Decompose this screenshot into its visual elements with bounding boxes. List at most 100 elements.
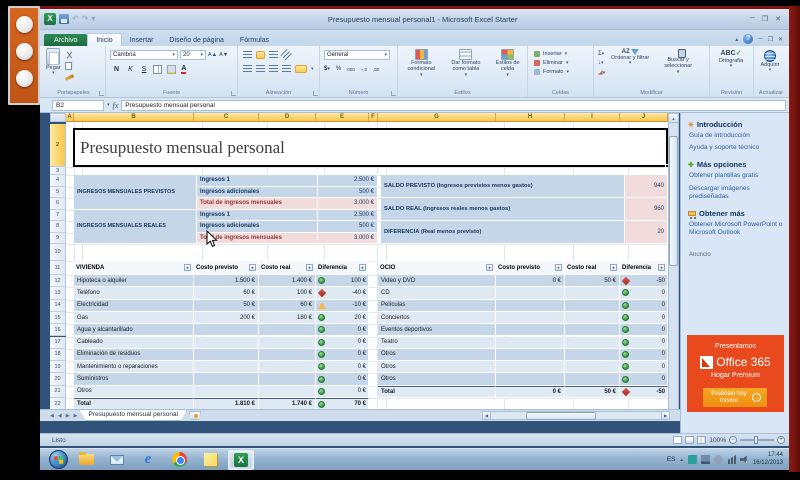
table-row-label[interactable]: Teatro [378,337,496,349]
formula-input[interactable]: Presupuesto mensual personal [121,100,786,111]
workbook-restore-button[interactable]: ❐ [768,36,773,43]
row-header-20[interactable]: 20 [50,373,66,385]
summary-value[interactable]: 940 [625,175,668,198]
table-cell-prev[interactable] [194,373,259,385]
row-header-17[interactable]: 17 [50,337,66,349]
format-as-table-button[interactable]: Dar formato como tabla▾ [445,49,488,86]
vertical-scrollbar[interactable]: ▲ ▼ [668,113,679,421]
filter-dropdown-icon[interactable]: ▾ [249,264,256,271]
next-sheet-icon[interactable]: ▶ [66,413,70,419]
percent-format-icon[interactable]: % [336,66,341,72]
table-cell-diff[interactable]: 0 [620,361,668,373]
find-select-button[interactable]: Buscar y seleccionar▾ [655,49,701,86]
table-row-label[interactable]: Conciertos [378,312,496,324]
table-row-label[interactable]: Cableado [74,337,194,349]
table-cell-real[interactable]: 60 € [259,300,316,312]
table-cell-prev[interactable]: 0 € [496,275,565,287]
grow-font-icon[interactable]: A▲ [208,52,217,58]
align-center-icon[interactable] [256,65,265,73]
dialog-launcher-icon[interactable] [391,91,396,96]
row-header-14[interactable]: 14 [50,300,66,312]
table-cell-prev[interactable] [194,324,259,336]
table-cell-real[interactable] [259,324,316,336]
table-row-label[interactable]: Suministros [74,373,194,385]
undo-icon[interactable]: ↶ [72,14,79,24]
decrease-indent-icon[interactable] [282,65,291,73]
zoom-in-icon[interactable]: + [777,436,785,444]
restore-button[interactable]: ❐ [762,15,768,23]
row-header-5[interactable]: 5 [50,187,66,199]
column-header-H[interactable]: H [496,113,565,122]
table-cell-diff[interactable]: 0 [620,312,668,324]
table-cell-diff[interactable]: 100 € [316,275,369,287]
row-header-12[interactable]: 12 [50,275,66,287]
filter-dropdown-icon[interactable]: ▾ [184,264,191,271]
name-box-dropdown-icon[interactable]: ▾ [107,102,110,108]
workbook-minimize-button[interactable]: ─ [758,36,762,42]
excel-app-icon[interactable]: X [44,13,56,25]
taskbar-explorer-button[interactable] [73,450,99,470]
table-cell-prev[interactable] [496,312,565,324]
currency-format-icon[interactable]: $▾ [324,66,330,72]
table-cell-prev[interactable] [496,361,565,373]
column-header-A[interactable]: A [66,113,74,122]
column-header-B[interactable]: B [74,113,194,122]
orientation-icon[interactable] [280,49,292,61]
table-cell-real[interactable] [259,373,316,385]
insert-worksheet-icon[interactable] [189,411,201,420]
volume-muted-icon[interactable] [740,455,749,464]
table-cell-diff[interactable]: 0 € [316,386,369,398]
sort-filter-button[interactable]: AZ Ordenar y filtrar▾ [609,49,651,86]
borders-icon[interactable] [153,65,162,74]
tray-app-icon[interactable] [688,455,697,464]
table-cell-prev[interactable] [496,300,565,312]
column-header-G[interactable]: G [378,113,496,122]
table-cell-prev[interactable] [194,361,259,373]
try-today-button[interactable]: Pruébalo hoy mismo→ [703,388,767,407]
table-cell-real[interactable] [259,337,316,349]
copy-icon[interactable] [65,62,72,70]
select-all-corner[interactable] [50,113,66,122]
table-header-col[interactable]: Costo real▾ [259,261,316,275]
table-row-label[interactable]: Agua y alcantarillado [74,324,194,336]
table-header-col[interactable]: Diferencia▾ [620,261,668,275]
zoom-out-icon[interactable]: − [729,436,737,444]
column-header-F[interactable]: F [369,113,378,122]
table-cell-real[interactable] [565,300,620,312]
table-row-label[interactable]: Teléfono [74,287,194,299]
table-row-label[interactable]: Total [378,386,496,398]
fill-icon[interactable]: ↓▾ [598,60,605,66]
table-cell-diff[interactable]: 0 [620,349,668,361]
table-cell-diff[interactable]: 20 € [316,312,369,324]
table-cell-diff[interactable]: 0 [620,373,668,385]
tray-display-icon[interactable] [701,455,710,464]
table-header-col[interactable]: Diferencia▾ [316,261,369,275]
scroll-right-icon[interactable]: ▶ [661,411,670,420]
font-size-combo[interactable]: 20▾ [180,50,206,60]
row-header-16[interactable]: 16 [50,324,66,336]
table-cell-diff[interactable]: 0 [620,324,668,336]
income-row-name[interactable]: Ingresos adicionales [197,187,318,199]
quick-access-toolbar[interactable]: X ↶ ↷ ▾ [40,13,95,25]
table-cell-prev[interactable] [496,324,565,336]
row-header-8[interactable]: 8 [50,221,66,233]
income-row-value[interactable]: 2.500 € [318,210,378,222]
column-header-J[interactable]: J [620,113,668,122]
title-bar[interactable]: X ↶ ↷ ▾ Presupuesto mensual personal1 - … [40,9,789,30]
table-cell-real[interactable] [259,386,316,398]
row-header-2[interactable]: 2 [50,124,66,167]
taskbar-mail-button[interactable] [104,450,130,470]
office365-ad[interactable]: Presentamos Office 365 Hogar Premium Pru… [687,335,784,412]
cut-icon[interactable] [65,51,74,59]
italic-button[interactable]: K [126,66,135,73]
table-cell-diff[interactable]: 0 [620,287,668,299]
table-header-col[interactable]: Costo real▾ [565,261,620,275]
increase-decimal-icon[interactable]: +,0 [361,67,367,72]
clear-icon[interactable]: ◢▾ [598,69,605,76]
save-icon[interactable] [59,14,69,24]
row-header-9[interactable]: 9 [50,233,66,245]
prev-sheet-icon[interactable]: ◀ [58,413,62,419]
taskbar-clock[interactable]: 17:44 16/12/2013 [753,452,785,468]
align-right-icon[interactable] [269,65,278,73]
table-cell-diff[interactable]: 0 € [316,361,369,373]
